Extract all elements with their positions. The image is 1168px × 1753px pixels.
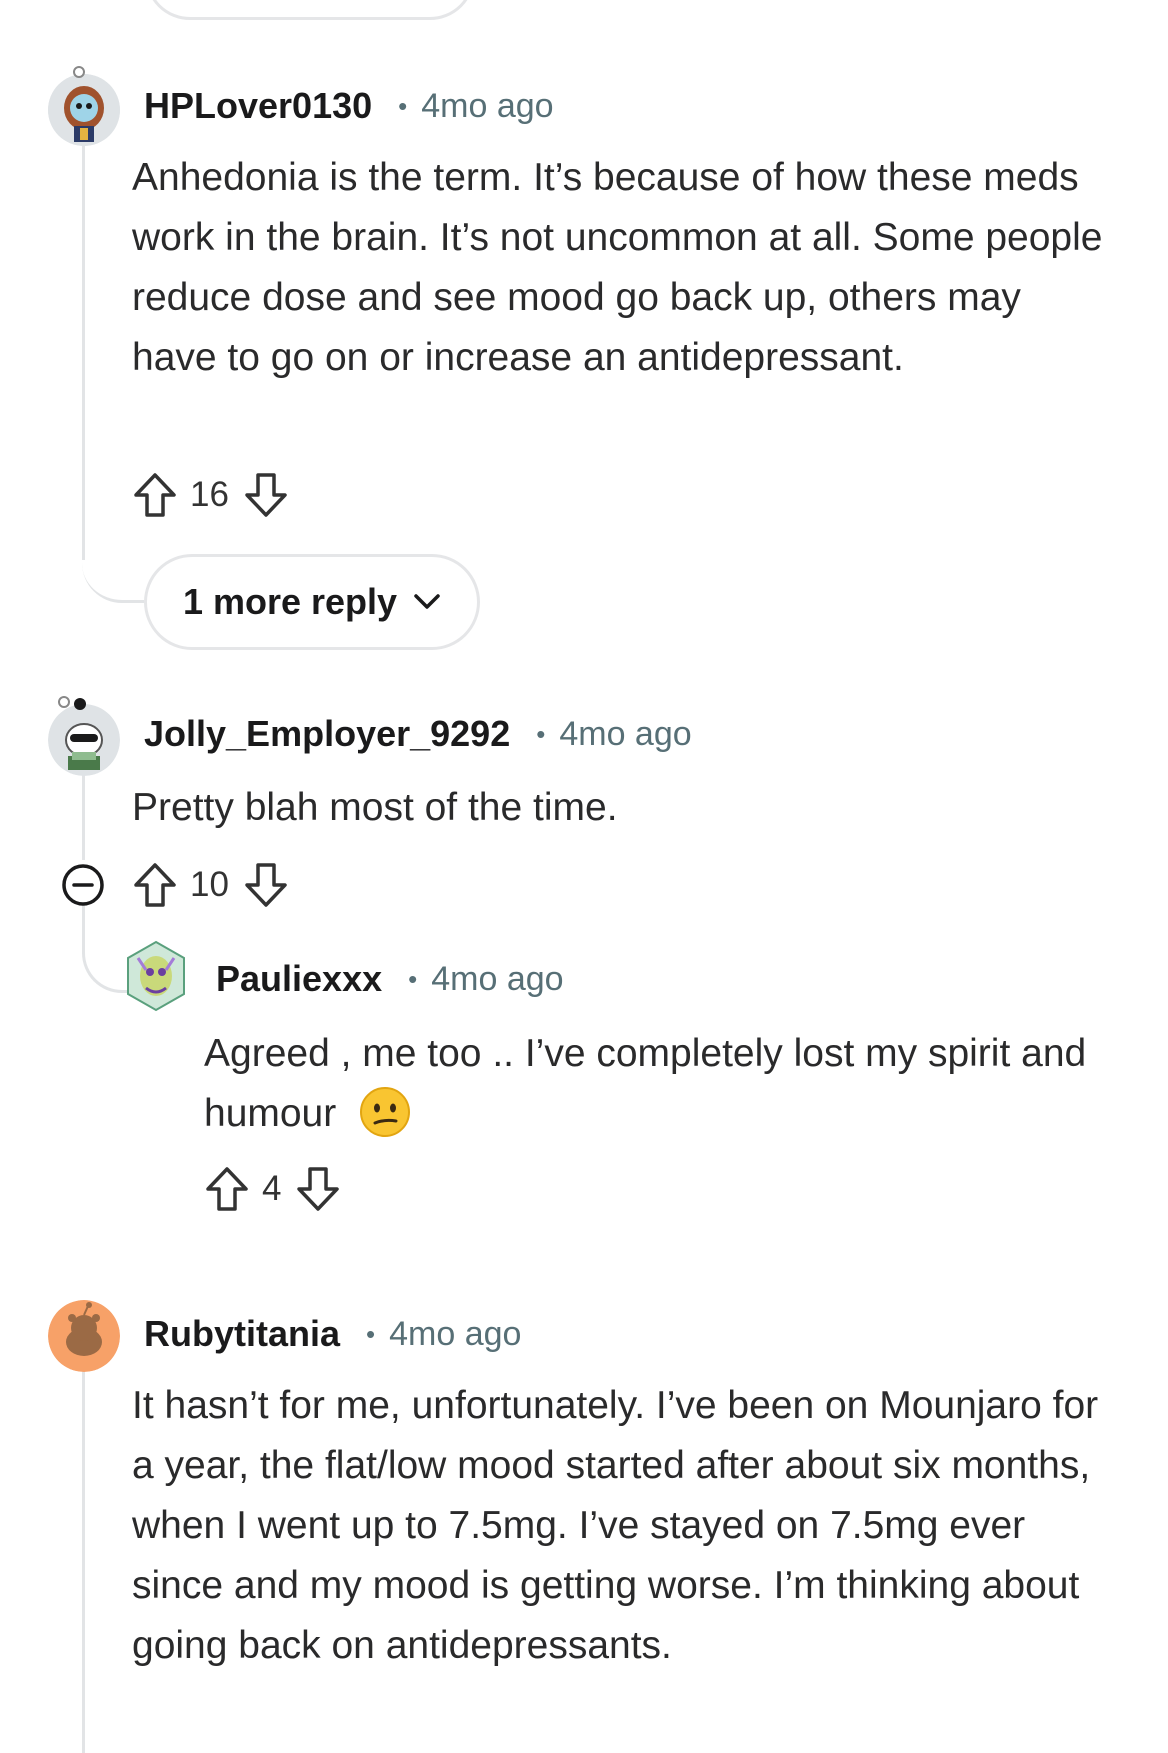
collapse-icon[interactable]	[60, 862, 106, 908]
vote-bar: 16	[132, 470, 289, 520]
more-replies-label: 1 more reply	[182, 581, 398, 622]
avatar-antenna	[56, 694, 90, 714]
avatar[interactable]	[48, 1300, 120, 1372]
downvote-icon[interactable]	[295, 1165, 341, 1213]
timestamp: 4mo ago	[421, 86, 554, 125]
timestamp: 4mo ago	[431, 959, 564, 998]
separator-dot: •	[536, 718, 546, 749]
thread-line-hplover	[82, 140, 85, 560]
previous-more-replies-button[interactable]	[145, 0, 475, 20]
vote-bar: 10	[132, 860, 289, 910]
avatar[interactable]	[48, 704, 120, 776]
chevron-down-icon	[413, 593, 441, 611]
downvote-icon[interactable]	[243, 861, 289, 909]
separator-dot: •	[408, 963, 418, 994]
avatar-antenna	[70, 66, 88, 84]
username[interactable]: Rubytitania	[144, 1313, 340, 1355]
confused-face-emoji	[359, 1086, 411, 1138]
separator-dot: •	[366, 1318, 376, 1349]
avatar[interactable]	[48, 74, 120, 146]
vote-bar: 4	[204, 1164, 341, 1214]
timestamp: 4mo ago	[559, 714, 692, 753]
comment-text: Agreed , me too .. I’ve completely lost …	[204, 1032, 1087, 1135]
thread-line-jolly	[82, 770, 85, 860]
comment-body: Pretty blah most of the time.	[132, 786, 618, 829]
comment-body: Agreed , me too .. I’ve completely lost …	[204, 1024, 1124, 1144]
username[interactable]: Jolly_Employer_9292	[144, 713, 510, 755]
username[interactable]: Pauliexxx	[216, 958, 382, 1000]
thread-curve-jolly	[82, 900, 130, 993]
username[interactable]: HPLover0130	[144, 85, 372, 127]
separator-dot: •	[398, 90, 408, 121]
avatar[interactable]	[126, 940, 186, 1012]
thread-line-ruby	[82, 1370, 85, 1753]
upvote-icon[interactable]	[132, 861, 178, 909]
timestamp: 4mo ago	[389, 1314, 522, 1353]
upvote-icon[interactable]	[204, 1165, 250, 1213]
downvote-icon[interactable]	[243, 471, 289, 519]
vote-count: 4	[262, 1169, 282, 1208]
vote-count: 10	[190, 865, 229, 904]
thread-curve-hplover	[82, 560, 144, 603]
upvote-icon[interactable]	[132, 471, 178, 519]
comment-body: Anhedonia is the term. It’s because of h…	[132, 156, 1103, 379]
comment-body: It hasn’t for me, unfortunately. I’ve be…	[132, 1384, 1099, 1667]
more-replies-button[interactable]: 1 more reply	[144, 554, 480, 650]
vote-count: 16	[190, 475, 229, 514]
